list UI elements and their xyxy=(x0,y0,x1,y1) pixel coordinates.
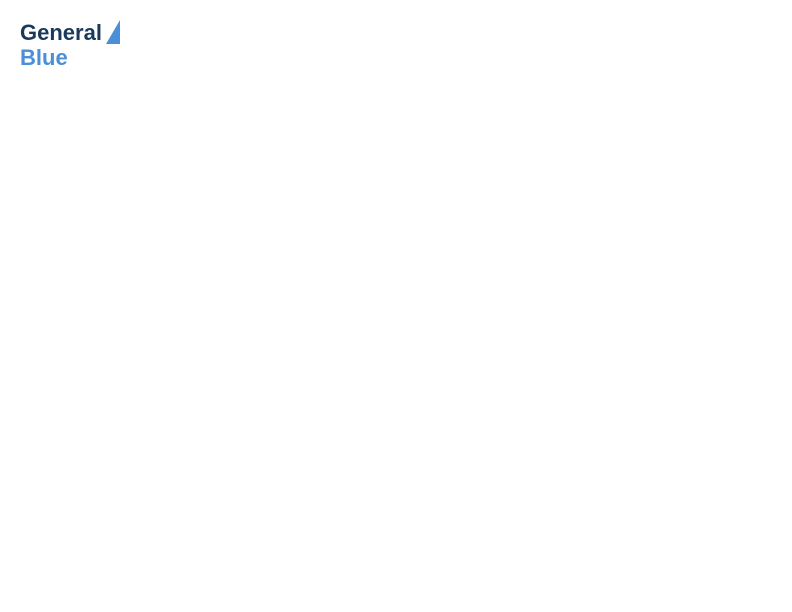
logo-triangle-icon xyxy=(106,20,120,44)
logo-text-line1: General xyxy=(20,21,102,45)
logo: General Blue xyxy=(20,20,120,70)
page-header: General Blue xyxy=(20,20,772,70)
logo-text-line2: Blue xyxy=(20,46,68,70)
